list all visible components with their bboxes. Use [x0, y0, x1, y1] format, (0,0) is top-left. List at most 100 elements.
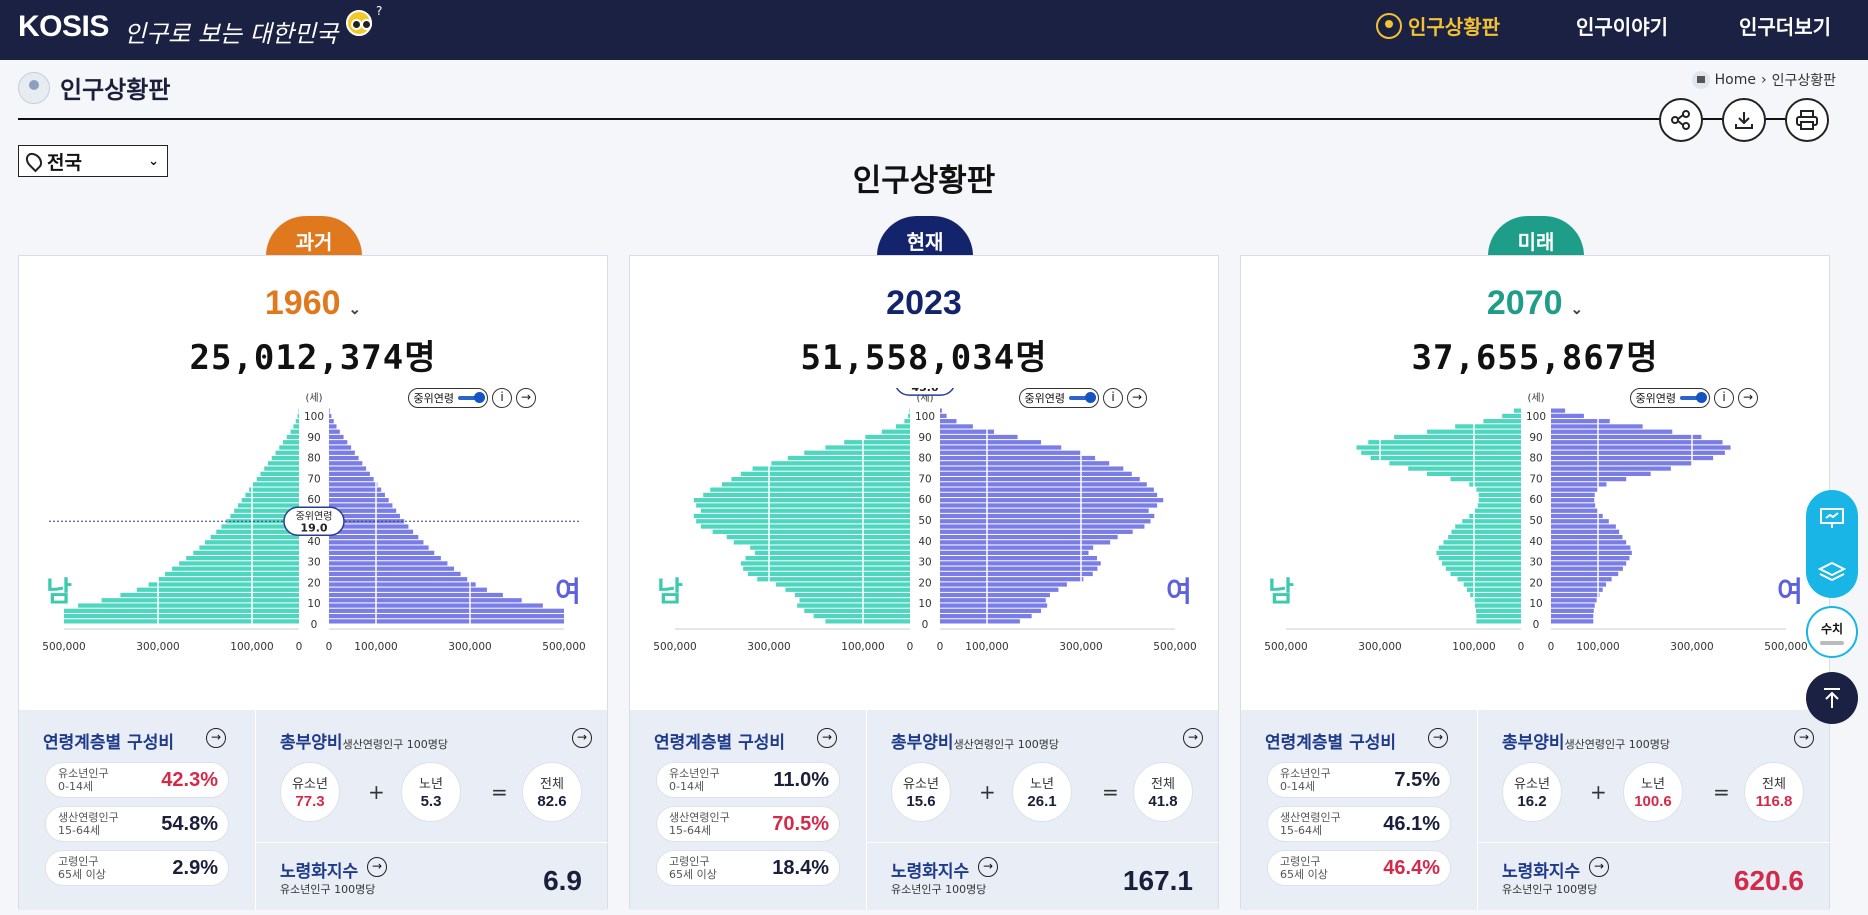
layers-button[interactable]	[1806, 546, 1858, 598]
kosis-logo[interactable]: KOSIS	[18, 10, 109, 44]
female-bar	[1551, 561, 1627, 566]
composition-group: 생산연령인구	[58, 811, 119, 824]
year-selector[interactable]: 1960 ⌄	[19, 284, 607, 323]
female-bar	[1551, 513, 1603, 519]
bubble-value: 16.2	[1517, 793, 1547, 810]
year-selector: 2023	[630, 284, 1218, 323]
age-tick-label: 20	[1529, 577, 1542, 589]
arrow-right-icon[interactable]: →	[367, 857, 387, 877]
aging-index-title: 노령화지수	[891, 862, 970, 882]
female-bar	[940, 524, 1145, 529]
female-bar	[940, 492, 1158, 498]
male-bar	[1455, 424, 1521, 429]
composition-label: 고령인구 65세 이상	[669, 855, 717, 881]
x-tick-label: 0	[1518, 641, 1525, 653]
nav-item-more[interactable]: 인구더보기	[1739, 11, 1831, 40]
male-bar	[267, 461, 299, 466]
presentation-button[interactable]	[1806, 490, 1858, 546]
age-tick-label: 90	[918, 432, 931, 444]
female-label: 여	[1166, 575, 1192, 608]
female-bar	[1551, 577, 1612, 582]
male-bar	[120, 592, 300, 598]
arrow-right-icon[interactable]: →	[572, 728, 592, 748]
female-bar	[1551, 440, 1723, 445]
male-bar	[1466, 587, 1521, 592]
x-tick-label: 0	[907, 641, 914, 653]
arrow-right-icon[interactable]: →	[1428, 728, 1448, 748]
female-bar	[940, 471, 1132, 476]
arrow-right-icon[interactable]: →	[1794, 728, 1814, 748]
age-tick-label: 70	[1529, 473, 1542, 485]
male-bar	[199, 545, 299, 550]
age-tick-label: 100	[915, 411, 935, 423]
male-bar	[1469, 513, 1521, 519]
male-bar	[1450, 476, 1521, 482]
download-button[interactable]	[1722, 98, 1766, 142]
arrow-right-icon[interactable]: →	[817, 728, 837, 748]
home-icon[interactable]	[1691, 71, 1710, 89]
male-bar	[241, 498, 299, 503]
female-bar	[329, 613, 564, 619]
male-bar	[825, 445, 910, 450]
arrow-right-icon[interactable]: →	[1183, 728, 1203, 748]
scroll-top-button[interactable]	[1806, 672, 1858, 724]
x-tick-label: 0	[1548, 641, 1555, 653]
male-bar	[1475, 608, 1521, 613]
male-bar	[64, 608, 299, 613]
person-icon	[1376, 12, 1402, 39]
arrow-right-icon[interactable]: →	[1589, 857, 1609, 877]
male-bar	[703, 492, 910, 498]
female-bar	[940, 445, 1062, 450]
male-bar	[237, 503, 299, 508]
male-bar	[1438, 545, 1521, 550]
male-bar	[797, 603, 910, 608]
year-selector[interactable]: 2070 ⌄	[1241, 284, 1829, 323]
male-bar	[186, 556, 299, 561]
male-bar	[1463, 582, 1521, 587]
male-bar	[1442, 561, 1521, 566]
age-tick-label: 30	[1529, 557, 1542, 569]
female-bar	[940, 619, 1020, 624]
age-tick-label: 10	[307, 598, 320, 610]
male-bar	[745, 556, 910, 561]
share-icon	[1671, 110, 1690, 130]
male-bar	[295, 419, 299, 424]
plus-sign: +	[1590, 780, 1607, 804]
composition-age-range: 65세 이상	[58, 868, 106, 881]
breadcrumb-home[interactable]: Home	[1715, 72, 1756, 88]
nav-item-stories[interactable]: 인구이야기	[1576, 11, 1668, 40]
page-header: 인구상황판	[18, 70, 170, 105]
female-bar	[940, 598, 1046, 603]
aging-index-box: 노령화지수 → 유소년인구 100명당 620.6	[1478, 842, 1830, 910]
arrow-right-icon[interactable]: →	[978, 857, 998, 877]
nav-item-dashboard[interactable]: 인구상황판	[1376, 11, 1500, 40]
breadcrumb: Home › 인구상황판	[1691, 70, 1836, 90]
age-tick-label: 80	[307, 453, 320, 465]
female-bar	[1551, 503, 1596, 508]
male-bar	[881, 429, 910, 434]
stats-area: 연령계층별 구성비 → 유소년인구 0-14세 42.3% 생산연령인구 15-64…	[19, 710, 608, 910]
value-toggle-button[interactable]: 수치	[1806, 606, 1858, 658]
male-bar	[1462, 519, 1521, 524]
aging-index-value: 620.6	[1733, 865, 1804, 896]
female-bar	[1551, 587, 1603, 592]
bubble-label: 전체	[540, 777, 564, 792]
arrow-right-icon[interactable]: →	[206, 728, 226, 748]
composition-age-range: 0-14세	[669, 780, 705, 793]
male-bar	[172, 566, 299, 571]
bubble-value: 5.3	[420, 793, 442, 810]
female-bar	[329, 577, 468, 582]
composition-group: 생산연령인구	[1280, 811, 1341, 824]
aging-index-title: 노령화지수	[1502, 862, 1581, 882]
male-bar	[1445, 566, 1521, 571]
female-bar	[1551, 566, 1623, 571]
female-bar	[940, 613, 1032, 619]
male-bar	[260, 471, 299, 476]
female-bar	[1551, 487, 1598, 492]
female-bar	[1551, 419, 1610, 424]
share-button[interactable]	[1659, 98, 1703, 142]
dependency-title: 총부양비생산연령인구 100명당	[280, 728, 448, 753]
owl-question-mark: ?	[376, 4, 383, 18]
dependency-subtitle: 생산연령인구 100명당	[1564, 738, 1671, 751]
print-button[interactable]	[1785, 98, 1829, 142]
